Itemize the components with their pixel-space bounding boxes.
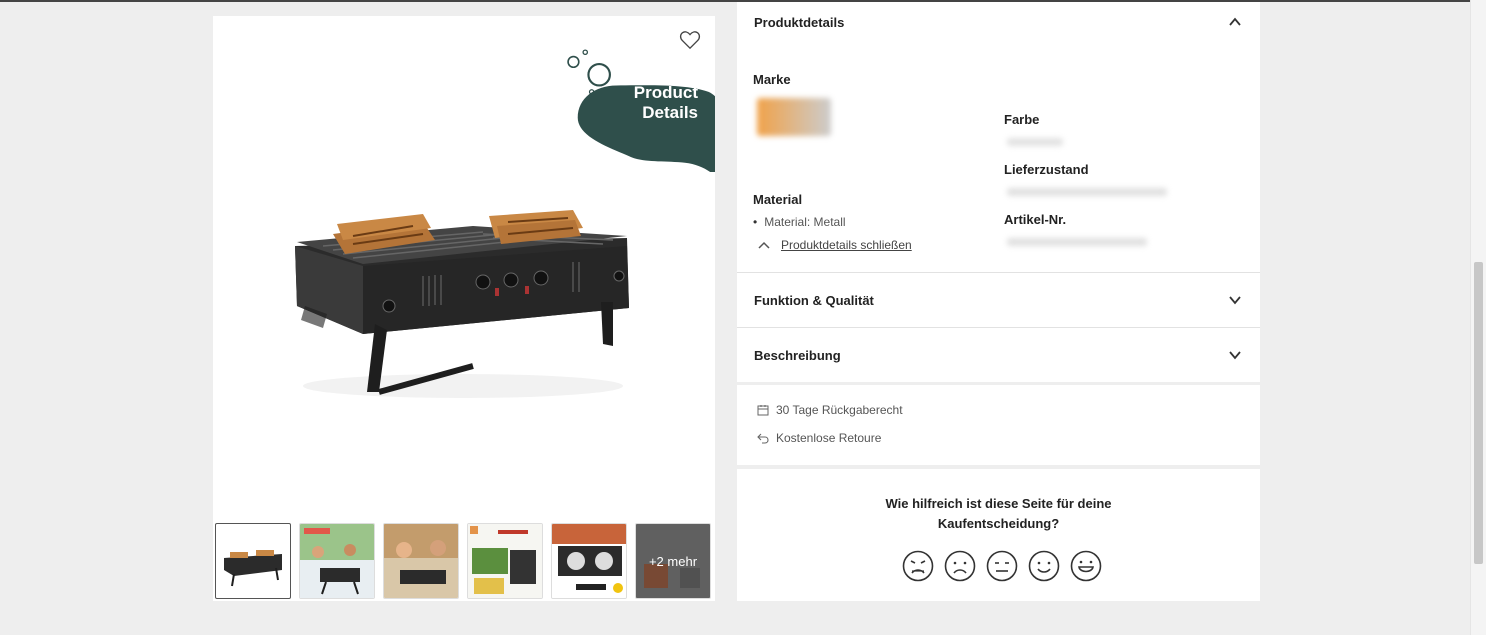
close-produktdetails-link[interactable]: Produktdetails schließen <box>757 238 912 252</box>
chevron-down-icon <box>1229 351 1241 360</box>
feedback-section: Wie hilfreich ist diese Seite für deine … <box>737 469 1260 601</box>
chevron-up-small-icon <box>758 241 770 249</box>
thumbnail-3[interactable] <box>383 523 459 599</box>
accordion-produktdetails[interactable]: Produktdetails <box>737 2 1260 42</box>
return-right-text: 30 Tage Rückgaberecht <box>776 403 903 417</box>
accordion-title: Funktion & Qualität <box>754 292 874 308</box>
lieferzustand-value-blurred <box>1007 188 1167 196</box>
thumbnail-strip: +2 mehr <box>215 523 711 599</box>
free-return-text: Kostenlose Retoure <box>776 431 882 445</box>
brand-logo-blurred <box>757 98 831 136</box>
material-list-item: Material: Metall <box>753 215 845 229</box>
free-return-row: Kostenlose Retoure <box>757 431 881 445</box>
details-panel: Produktdetails Marke Material Material: … <box>737 2 1260 382</box>
lieferzustand-label: Lieferzustand <box>1004 162 1089 177</box>
rating-faces <box>743 550 1260 582</box>
very-happy-face-icon[interactable] <box>1070 550 1102 582</box>
thumbnail-6-more[interactable]: +2 mehr <box>635 523 711 599</box>
sad-face-icon[interactable] <box>944 550 976 582</box>
thumbnail-2[interactable] <box>299 523 375 599</box>
product-gallery: Product Details +2 mehr <box>213 16 715 601</box>
artikel-nr-label: Artikel-Nr. <box>1004 212 1067 227</box>
badge-label[interactable]: Product Details <box>598 83 698 123</box>
accordion-beschreibung[interactable]: Beschreibung <box>737 328 1260 382</box>
return-arrow-icon <box>757 433 769 444</box>
service-info: 30 Tage Rückgaberecht Kostenlose Retoure <box>737 385 1260 465</box>
more-images-label[interactable]: +2 mehr <box>636 524 710 598</box>
happy-face-icon[interactable] <box>1028 550 1060 582</box>
material-label: Material <box>753 192 803 207</box>
accordion-title: Beschreibung <box>754 347 841 363</box>
return-right-row: 30 Tage Rückgaberecht <box>757 403 903 417</box>
chevron-up-icon <box>1229 17 1241 26</box>
marke-label: Marke <box>753 72 791 87</box>
calendar-icon <box>757 405 769 416</box>
thumbnail-5[interactable] <box>551 523 627 599</box>
feedback-question: Wie hilfreich ist diese Seite für deine … <box>885 496 1112 531</box>
neutral-face-icon[interactable] <box>986 550 1018 582</box>
accordion-funktion-qualitaet[interactable]: Funktion & Qualität <box>737 273 1260 327</box>
scrollbar-thumb[interactable] <box>1474 262 1483 564</box>
scrollbar[interactable] <box>1470 0 1486 635</box>
chevron-down-icon <box>1229 296 1241 305</box>
artikel-nr-value-blurred <box>1007 238 1147 246</box>
thumbnail-1[interactable] <box>215 523 291 599</box>
produktdetails-content: Marke Material Material: Metall Farbe Li… <box>737 42 1260 272</box>
farbe-value-blurred <box>1007 138 1063 146</box>
accordion-title: Produktdetails <box>754 14 845 30</box>
farbe-label: Farbe <box>1004 112 1040 127</box>
thumbnail-4[interactable] <box>467 523 543 599</box>
angry-face-icon[interactable] <box>902 550 934 582</box>
product-image[interactable] <box>283 196 643 406</box>
